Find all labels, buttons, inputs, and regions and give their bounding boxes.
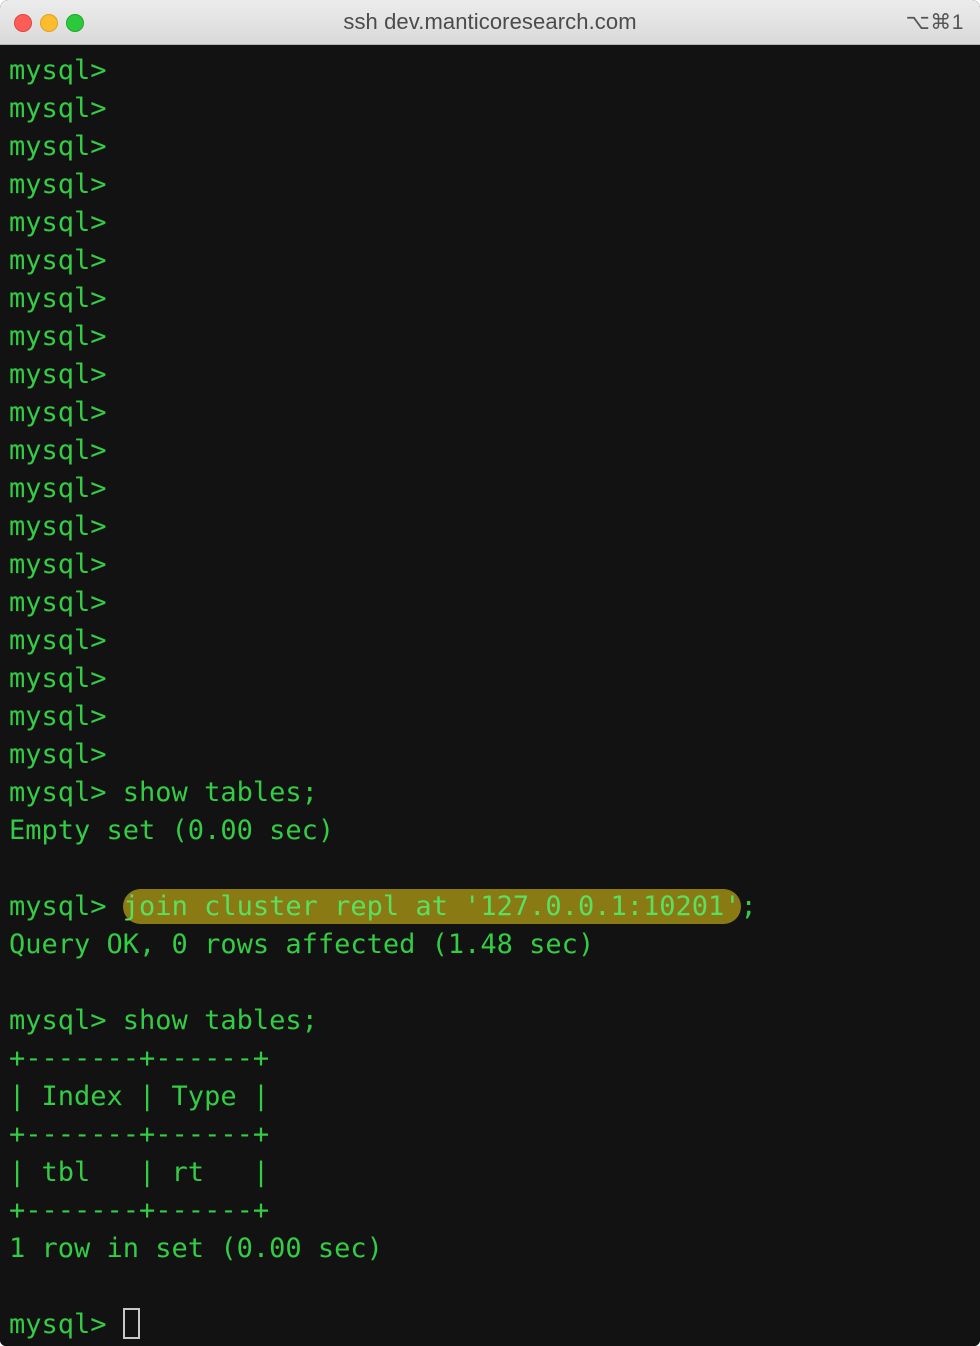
terminal-line-prompt-empty: mysql> — [9, 93, 123, 124]
terminal-line-prompt-empty: mysql> — [9, 131, 123, 162]
terminal-line-output: 1 row in set (0.00 sec) — [9, 1233, 383, 1264]
terminal-line-output: +-------+------+ — [9, 1119, 270, 1150]
terminal-line-prompt-empty: mysql> — [9, 625, 123, 656]
terminal-line-prompt-empty: mysql> — [9, 283, 123, 314]
minimize-button-icon[interactable] — [40, 13, 58, 32]
terminal-line-active-prompt: mysql> — [9, 1306, 980, 1344]
terminal-line-prompt-empty: mysql> — [9, 511, 123, 542]
terminal-window: ssh dev.manticoresearch.com ⌥⌘1 mysql> m… — [0, 0, 980, 1346]
window-titlebar: ssh dev.manticoresearch.com ⌥⌘1 — [0, 0, 980, 45]
highlighted-command: join cluster repl at '127.0.0.1:10201' — [122, 889, 741, 924]
terminal-prompt: mysql> — [9, 891, 123, 922]
terminal-line-output: +-------+------+ — [9, 1043, 270, 1074]
terminal-line-output: | Index | Type | — [9, 1081, 270, 1112]
terminal-line-output: Empty set (0.00 sec) — [9, 815, 335, 846]
window-title: ssh dev.manticoresearch.com — [343, 9, 637, 34]
terminal-line-output: Query OK, 0 rows affected (1.48 sec) — [9, 929, 595, 960]
zoom-button-icon[interactable] — [66, 13, 84, 32]
close-button-icon[interactable] — [14, 13, 32, 32]
terminal-line-prompt-empty: mysql> — [9, 397, 123, 428]
terminal-line-prompt-empty: mysql> — [9, 549, 123, 580]
terminal-line-prompt-empty: mysql> — [9, 587, 123, 618]
terminal-line-prompt-empty: mysql> — [9, 739, 123, 770]
text-cursor[interactable] — [122, 1308, 140, 1339]
terminal-line-command-highlighted: mysql> join cluster repl at '127.0.0.1:1… — [9, 888, 980, 926]
terminal-line-prompt-empty: mysql> — [9, 701, 123, 732]
terminal-line-prompt-empty: mysql> — [9, 473, 123, 504]
command-terminator: ; — [740, 891, 757, 922]
terminal-line-prompt-empty: mysql> — [9, 663, 123, 694]
terminal-line-command: mysql> show tables; — [9, 1005, 318, 1036]
terminal-line-output: +-------+------+ — [9, 1195, 270, 1226]
terminal-line-prompt-empty: mysql> — [9, 55, 123, 86]
window-shortcut-label: ⌥⌘1 — [905, 11, 964, 34]
terminal-line-prompt-empty: mysql> — [9, 321, 123, 352]
terminal-line-prompt-empty: mysql> — [9, 169, 123, 200]
terminal-line-output: | tbl | rt | — [9, 1157, 270, 1188]
terminal-line-prompt-empty: mysql> — [9, 245, 123, 276]
terminal-line-command: mysql> show tables; — [9, 777, 318, 808]
terminal-prompt: mysql> — [9, 1309, 123, 1340]
terminal-line-prompt-empty: mysql> — [9, 207, 123, 238]
terminal-line-prompt-empty: mysql> — [9, 359, 123, 390]
terminal-output-area[interactable]: mysql> mysql> mysql> mysql> mysql> mysql… — [0, 45, 980, 1346]
terminal-line-prompt-empty: mysql> — [9, 435, 123, 466]
window-controls — [14, 0, 84, 45]
